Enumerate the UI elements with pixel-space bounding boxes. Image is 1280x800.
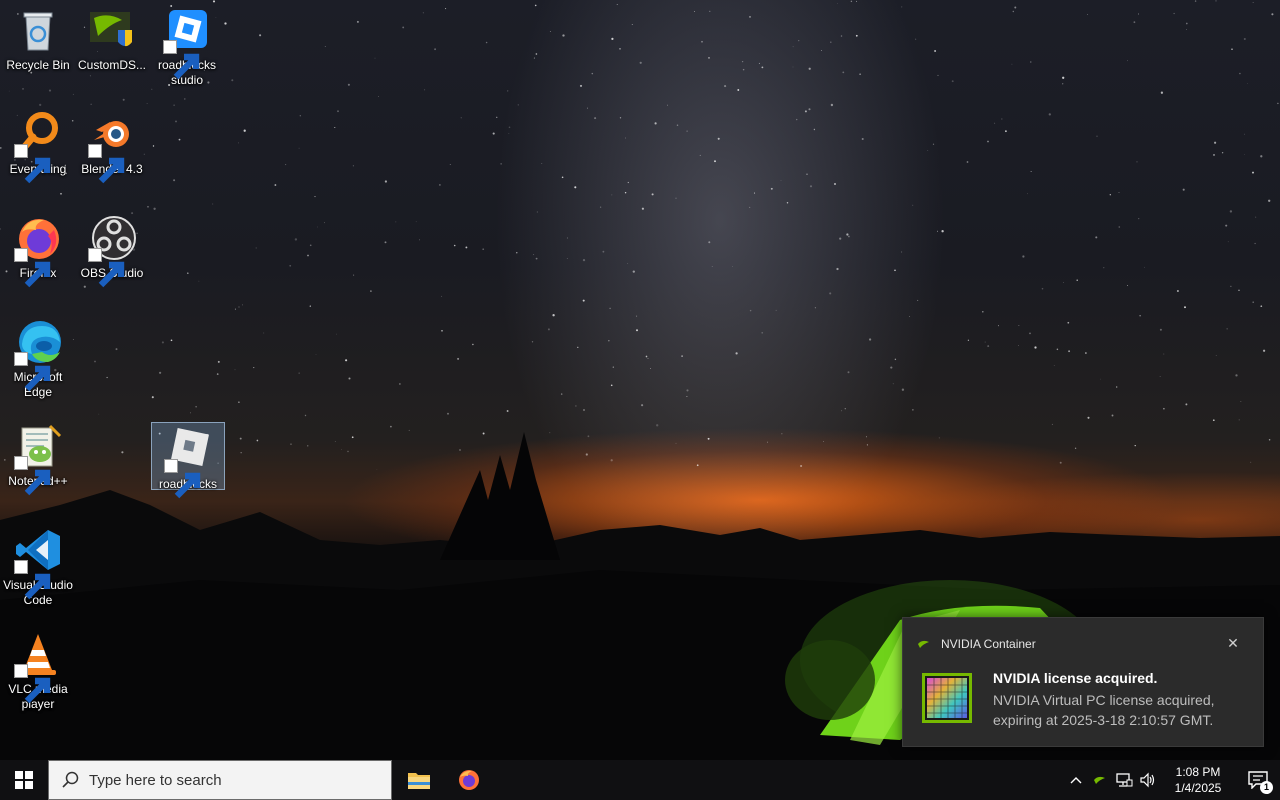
show-hidden-icons-button[interactable] (1064, 760, 1088, 800)
speaker-icon (1140, 772, 1155, 788)
toast-title: NVIDIA license acquired. (993, 670, 1158, 686)
edge-icon (14, 318, 62, 392)
shortcut-arrow-icon (88, 248, 125, 288)
notification-toast[interactable]: NVIDIA Container ✕ NVIDIA license acquir… (902, 617, 1264, 747)
windows-logo-icon (15, 771, 33, 789)
toast-header: NVIDIA Container (917, 637, 1036, 651)
desktop-icon-roadblocks-studio[interactable]: roadblocks studio (150, 0, 224, 88)
tray-nvidia[interactable] (1088, 760, 1112, 800)
firefox-icon (459, 770, 479, 790)
desktop-icon-microsoft-edge[interactable]: Microsoft Edge (1, 312, 75, 400)
shortcut-arrow-icon (14, 560, 51, 600)
blender-icon (88, 110, 136, 184)
notepad-plus-plus-icon (14, 422, 62, 496)
taskbar-clock[interactable]: 1:08 PM 1/4/2025 (1160, 764, 1236, 796)
shortcut-arrow-icon (163, 40, 200, 80)
nvidia-icon (917, 637, 931, 651)
shortcut-arrow-icon (164, 459, 201, 499)
taskbar-file-explorer[interactable] (395, 760, 443, 800)
clock-time: 1:08 PM (1175, 765, 1221, 779)
desktop-icon-blender[interactable]: Blender 4.3 (75, 104, 149, 184)
search-input[interactable] (89, 771, 369, 789)
clock-date: 1/4/2025 (1174, 781, 1222, 795)
vscode-icon (14, 526, 62, 600)
network-icon (1116, 773, 1133, 787)
shortcut-arrow-icon (14, 664, 51, 704)
taskbar: 1:08 PM 1/4/2025 1 (0, 760, 1280, 800)
shortcut-arrow-icon (14, 456, 51, 496)
file-explorer-icon (408, 773, 430, 789)
shortcut-arrow-icon (14, 352, 51, 392)
everything-search-icon (14, 110, 62, 184)
chevron-up-icon (1070, 777, 1082, 784)
vlc-icon (14, 630, 62, 704)
taskbar-search-box[interactable] (48, 760, 392, 800)
toast-message: NVIDIA Virtual PC license acquired, expi… (993, 692, 1215, 728)
roadblocks-studio-icon (163, 6, 211, 80)
obs-studio-icon (88, 214, 136, 288)
desktop-icon-roadblocks[interactable]: roadblocks (151, 422, 225, 499)
shortcut-arrow-icon (14, 248, 51, 288)
close-icon: ✕ (1227, 635, 1239, 651)
desktop-icon-firefox[interactable]: Firefox (1, 208, 75, 288)
notification-count-badge: 1 (1260, 781, 1273, 794)
desktop-icon-label: CustomDS... (77, 58, 146, 72)
desktop-icon-everything[interactable]: Everything (1, 104, 75, 184)
desktop-icon-label: Recycle Bin (6, 58, 70, 72)
search-icon (62, 771, 79, 788)
desktop-icon-recycle-bin[interactable]: Recycle Bin (1, 0, 75, 73)
desktop-icon-notepad-plus-plus[interactable]: Notepad++ (1, 416, 75, 496)
toast-close-button[interactable]: ✕ (1225, 635, 1241, 651)
desktop-icon-customds[interactable]: CustomDS... (75, 0, 149, 73)
customds-icon (88, 6, 136, 54)
start-button[interactable] (0, 760, 48, 800)
firefox-icon (14, 214, 62, 288)
roadblocks-icon (164, 425, 212, 499)
recycle-bin-icon (14, 6, 62, 54)
shortcut-arrow-icon (14, 144, 51, 184)
gpu-chip-icon (922, 673, 972, 723)
taskbar-firefox[interactable] (445, 760, 493, 800)
tray-volume[interactable] (1136, 760, 1160, 800)
action-center-button[interactable]: 1 (1236, 760, 1280, 800)
system-tray: 1:08 PM 1/4/2025 1 (1064, 760, 1280, 800)
desktop-icon-obs-studio[interactable]: OBS Studio (75, 208, 149, 288)
nvidia-icon (1094, 776, 1105, 784)
tray-network[interactable] (1112, 760, 1136, 800)
shortcut-arrow-icon (88, 144, 125, 184)
desktop-icon-vlc[interactable]: VLC media player (1, 624, 75, 712)
toast-app-name: NVIDIA Container (941, 637, 1036, 651)
desktop-icon-visual-studio-code[interactable]: Visual Studio Code (1, 520, 75, 608)
